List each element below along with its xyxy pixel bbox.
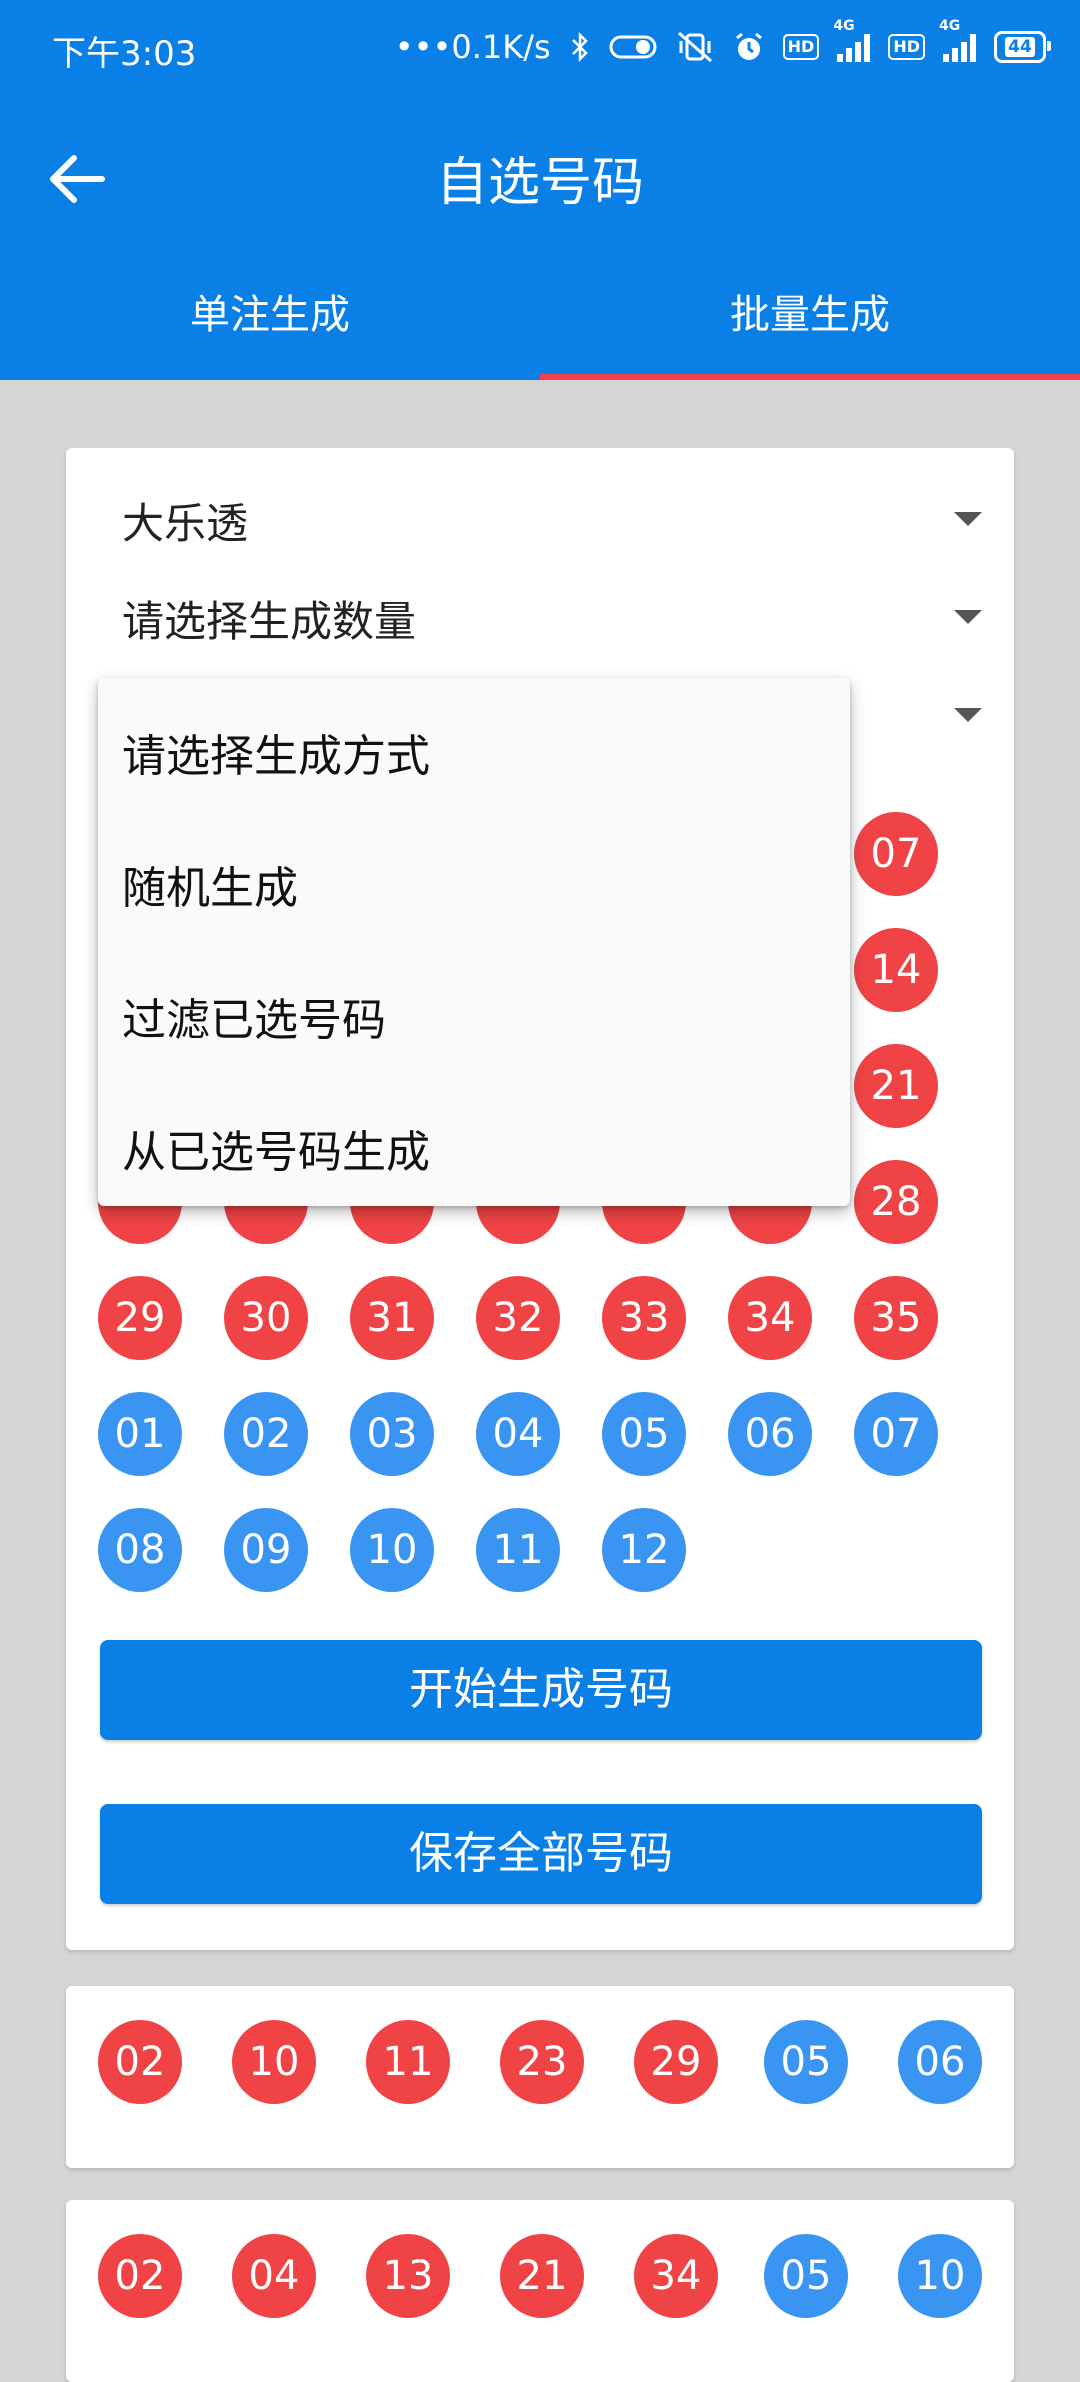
back-ball[interactable]: 10 <box>350 1508 434 1592</box>
signal-icon: 4G <box>939 18 976 62</box>
menu-item-filter-selected[interactable]: 过滤已选号码 <box>122 984 386 1048</box>
front-ball[interactable]: 30 <box>224 1276 308 1360</box>
front-ball[interactable]: 32 <box>476 1276 560 1360</box>
back-ball[interactable]: 02 <box>224 1392 308 1476</box>
back-ball[interactable]: 01 <box>98 1392 182 1476</box>
result-front-ball: 29 <box>634 2020 718 2104</box>
network-speed: •••0.1K/s <box>394 28 551 66</box>
bluetooth-icon <box>569 32 591 62</box>
tab-batch[interactable]: 批量生成 <box>540 270 1080 380</box>
dropdown-caret-icon <box>954 610 982 624</box>
front-ball[interactable]: 34 <box>728 1276 812 1360</box>
result-back-ball: 05 <box>764 2020 848 2104</box>
back-ball[interactable]: 06 <box>728 1392 812 1476</box>
back-ball[interactable]: 03 <box>350 1392 434 1476</box>
status-icons: •••0.1K/s HD 4G HD 4G 44 <box>394 18 1051 70</box>
dropdown-caret-icon <box>954 708 982 722</box>
front-ball[interactable]: 21 <box>854 1044 938 1128</box>
back-ball[interactable]: 05 <box>602 1392 686 1476</box>
menu-item-placeholder[interactable]: 请选择生成方式 <box>122 720 430 784</box>
result-front-ball: 23 <box>500 2020 584 2104</box>
result-front-ball: 02 <box>98 2020 182 2104</box>
result-front-ball: 11 <box>366 2020 450 2104</box>
lottery-select[interactable]: 大乐透 <box>122 478 982 558</box>
result-front-ball: 10 <box>232 2020 316 2104</box>
front-ball[interactable]: 14 <box>854 928 938 1012</box>
page-title: 自选号码 <box>435 153 644 213</box>
dropdown-caret-icon <box>954 512 982 526</box>
status-bar: 下午3:03 •••0.1K/s HD 4G HD 4G 44 <box>0 0 1080 100</box>
result-front-ball: 02 <box>98 2234 182 2318</box>
alarm-icon <box>733 31 765 63</box>
result-back-ball: 06 <box>898 2020 982 2104</box>
front-ball[interactable]: 29 <box>98 1276 182 1360</box>
back-ball[interactable]: 07 <box>854 1392 938 1476</box>
result-front-ball: 21 <box>500 2234 584 2318</box>
hd-icon: HD <box>888 34 925 60</box>
generate-button[interactable]: 开始生成号码 <box>100 1640 982 1740</box>
result-back-ball: 10 <box>898 2234 982 2318</box>
save-all-button[interactable]: 保存全部号码 <box>100 1804 982 1904</box>
quantity-select-placeholder: 请选择生成数量 <box>122 597 417 646</box>
status-time: 下午3:03 <box>52 34 197 74</box>
back-ball[interactable]: 04 <box>476 1392 560 1476</box>
result-card: 02 10 11 23 29 05 06 <box>66 1986 1014 2168</box>
app-bar: 自选号码 单注生成 批量生成 <box>0 100 1080 380</box>
menu-item-random[interactable]: 随机生成 <box>122 852 298 916</box>
front-ball[interactable]: 35 <box>854 1276 938 1360</box>
front-ball[interactable]: 31 <box>350 1276 434 1360</box>
back-ball[interactable]: 12 <box>602 1508 686 1592</box>
front-ball[interactable]: 33 <box>602 1276 686 1360</box>
lottery-select-value: 大乐透 <box>122 499 249 548</box>
front-ball[interactable]: 28 <box>854 1160 938 1244</box>
tab-bar: 单注生成 批量生成 <box>0 270 1080 380</box>
result-card: 02 04 13 21 34 05 10 <box>66 2200 1014 2382</box>
hd-icon: HD <box>782 34 820 60</box>
back-ball[interactable]: 09 <box>224 1508 308 1592</box>
front-ball[interactable]: 07 <box>854 812 938 896</box>
back-ball[interactable]: 11 <box>476 1508 560 1592</box>
back-ball[interactable]: 08 <box>98 1508 182 1592</box>
result-front-ball: 04 <box>232 2234 316 2318</box>
battery-icon: 44 <box>994 31 1051 63</box>
menu-item-from-selected[interactable]: 从已选号码生成 <box>122 1116 430 1180</box>
method-dropdown-menu: 请选择生成方式 随机生成 过滤已选号码 从已选号码生成 <box>98 678 850 1206</box>
vibrate-off-icon <box>675 31 715 63</box>
tab-single[interactable]: 单注生成 <box>0 270 540 380</box>
toggle-icon <box>609 33 657 61</box>
result-front-ball: 13 <box>366 2234 450 2318</box>
signal-icon: 4G <box>833 18 871 62</box>
result-back-ball: 05 <box>764 2234 848 2318</box>
result-front-ball: 34 <box>634 2234 718 2318</box>
quantity-select[interactable]: 请选择生成数量 <box>122 576 982 656</box>
